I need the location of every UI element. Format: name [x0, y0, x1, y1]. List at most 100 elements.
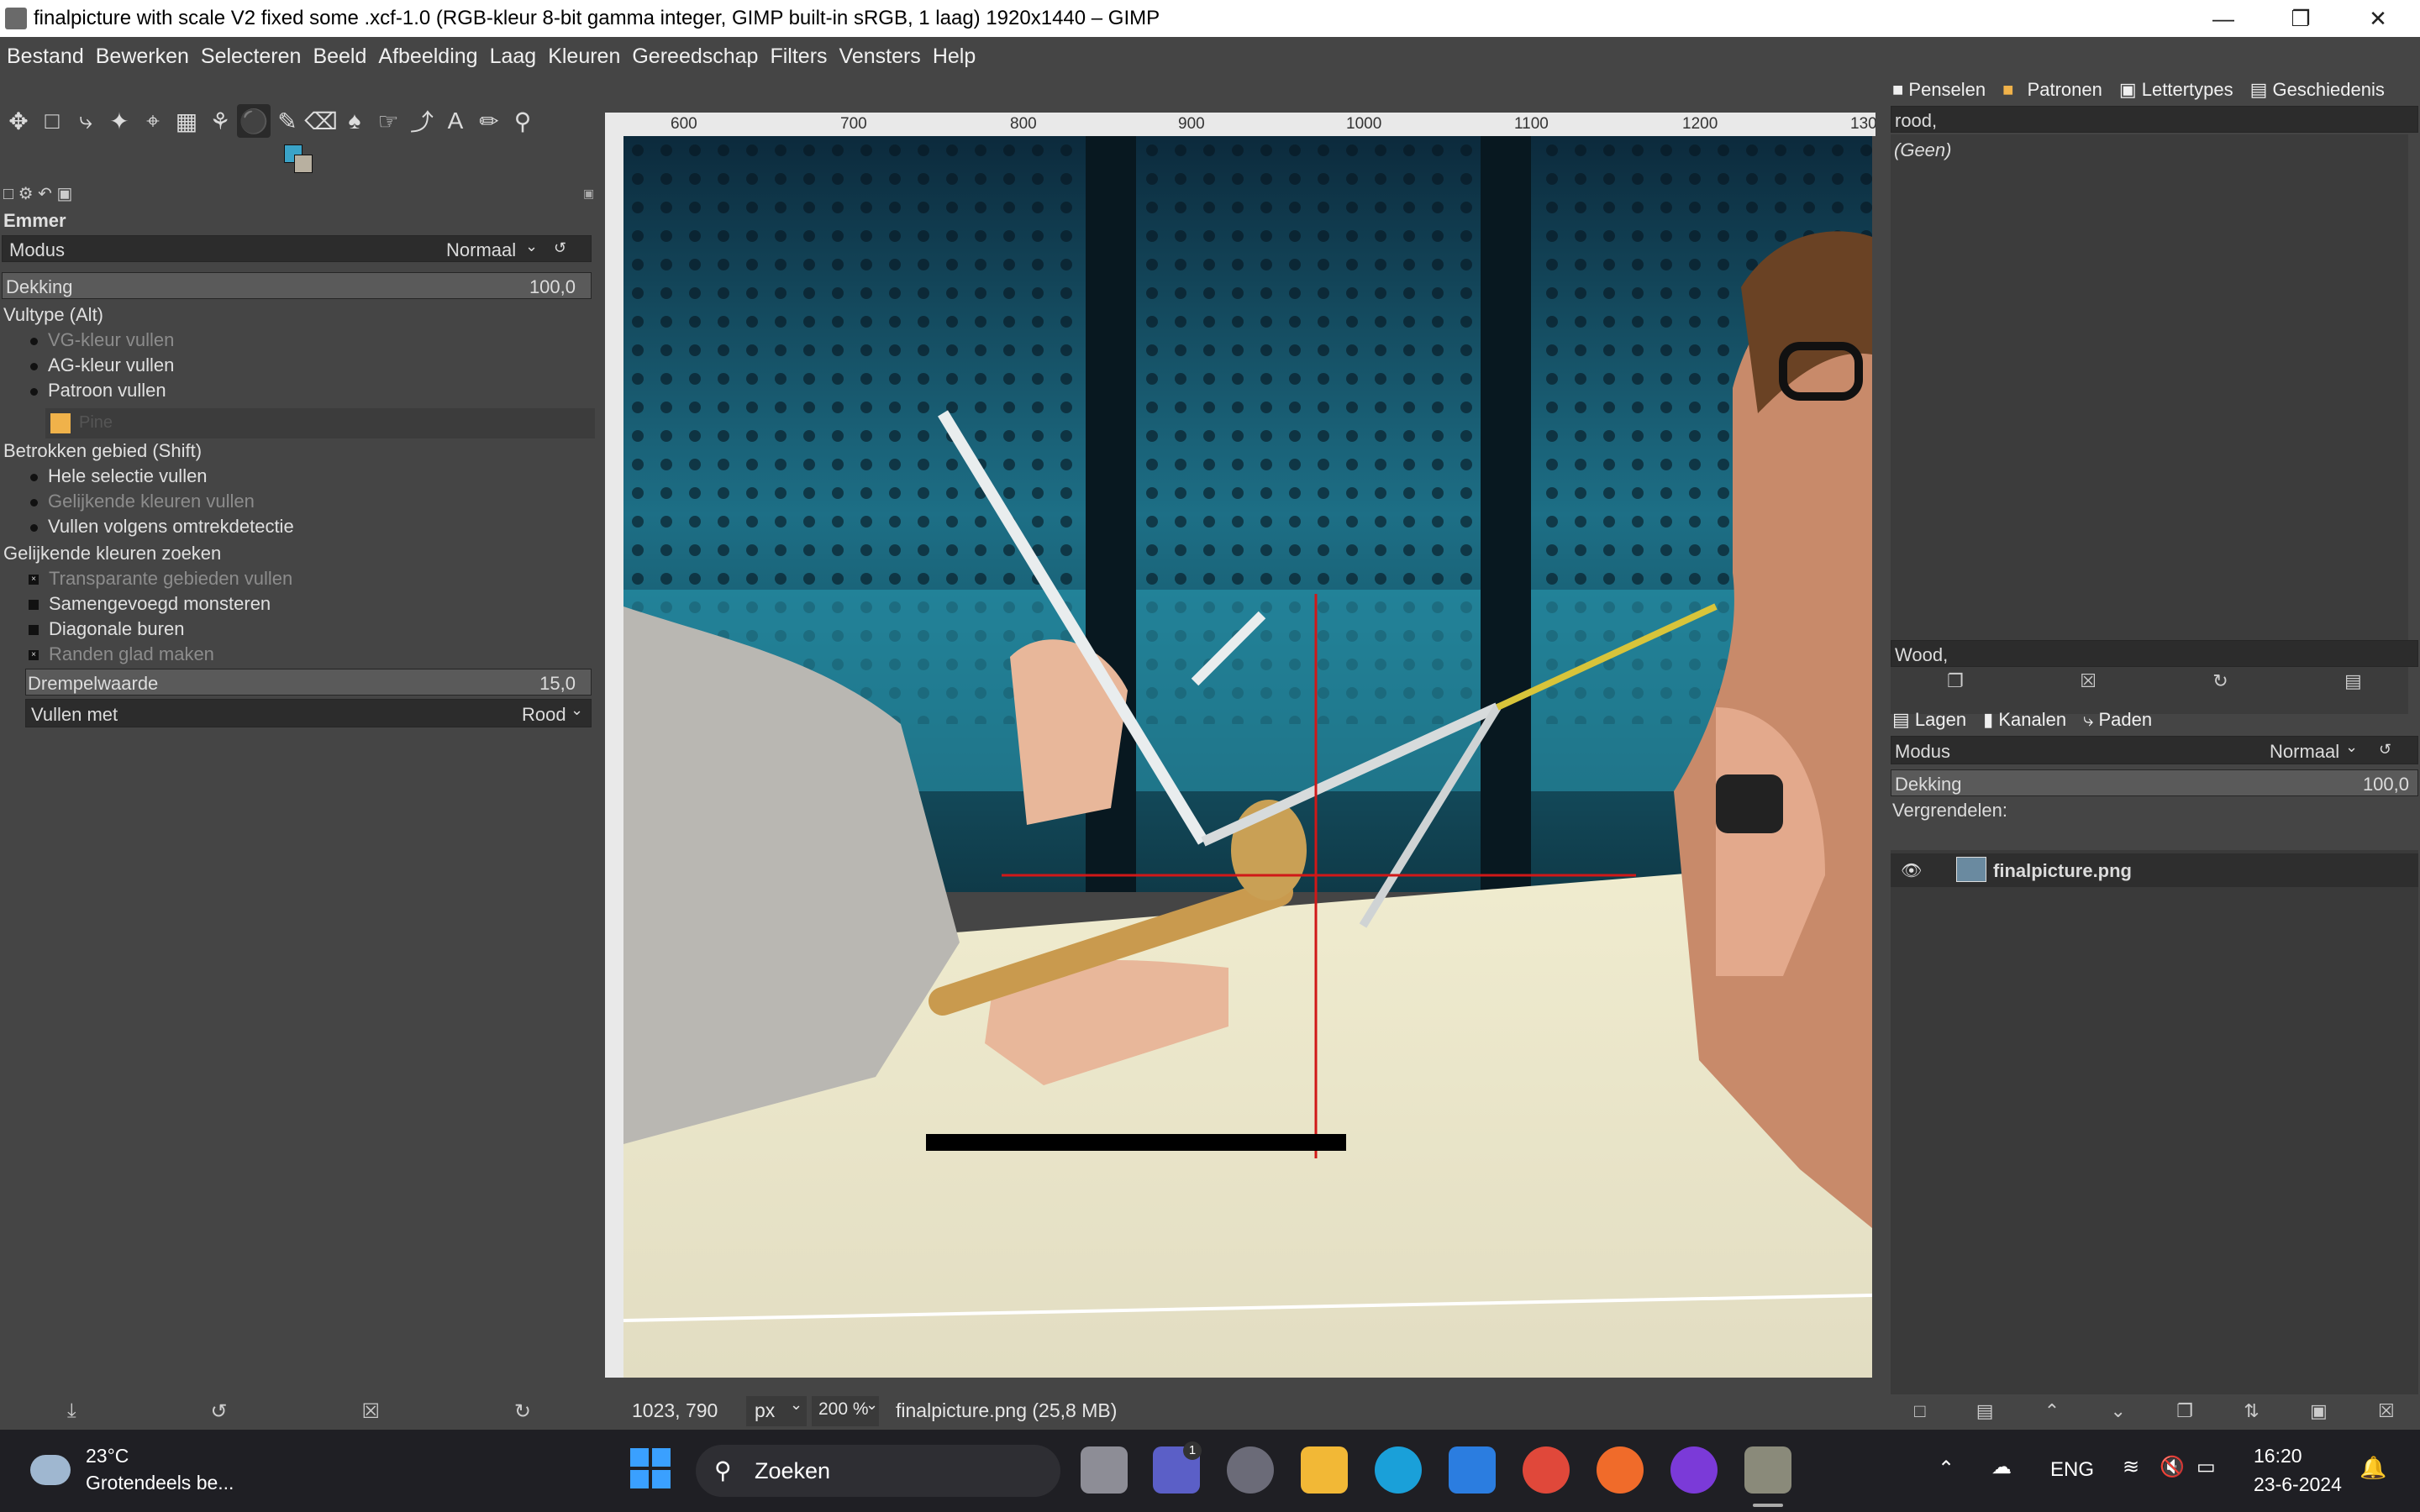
threshold-slider[interactable]: Drempelwaarde 15,0 [25, 669, 592, 696]
affected-whole-selection[interactable]: Hele selectie vullen [30, 465, 629, 487]
tab-layers[interactable]: ▤ Lagen [1892, 709, 1975, 731]
chevron-up-icon[interactable]: ⌃ [1938, 1457, 1954, 1481]
mode-select[interactable]: Modus Normaal ⌄ ↺ [2, 235, 592, 262]
layer-opacity-slider[interactable]: Dekking 100,0 [1891, 769, 2418, 796]
clock-time[interactable]: 16:20 [2254, 1445, 2302, 1467]
notification-icon[interactable]: 🔔 [2360, 1455, 2386, 1481]
language-indicator[interactable]: ENG [2050, 1458, 2094, 1482]
chrome-icon[interactable] [1523, 1446, 1570, 1494]
search-box[interactable]: ⚲ Zoeken [696, 1445, 1060, 1497]
clone-tool-icon[interactable]: ♠ [338, 104, 371, 138]
crop-tool-icon[interactable]: ⌖ [136, 104, 170, 138]
menu-kleuren[interactable]: Kleuren [548, 45, 620, 69]
menu-vensters[interactable]: Vensters [839, 45, 921, 69]
menu-gereedschap[interactable]: Gereedschap [632, 45, 758, 69]
navigation-thumbnail-icon[interactable] [605, 113, 629, 136]
menu-beeld[interactable]: Beeld [313, 45, 366, 69]
merge-layer-icon[interactable]: ⇅ [2244, 1400, 2259, 1422]
open-icon[interactable]: ▤ [2344, 670, 2362, 696]
dock-menu-icon[interactable]: ▣ [583, 186, 594, 201]
zoom-tool-icon[interactable]: ⚲ [506, 104, 539, 138]
fill-type-bg[interactable]: AG-kleur vullen [30, 354, 629, 376]
warp-tool-icon[interactable]: ⚘ [203, 104, 237, 138]
pattern-selector[interactable]: Pine [45, 408, 595, 438]
mode-reset-icon[interactable]: ↺ [554, 239, 566, 257]
duplicate-layer-icon[interactable]: ❐ [2176, 1400, 2193, 1422]
opt-sample-merged[interactable]: Samengevoegd monsteren [29, 593, 627, 615]
brush-list[interactable]: (Geen) [1891, 134, 2408, 714]
firefox-icon[interactable] [1597, 1446, 1644, 1494]
delete-preset-icon[interactable]: ☒ [361, 1399, 380, 1424]
transform-tool-icon[interactable]: ▦ [170, 104, 203, 138]
menu-filters[interactable]: Filters [770, 45, 827, 69]
store-icon[interactable] [1449, 1446, 1496, 1494]
paths-tool-icon[interactable]: ⤴ [405, 104, 439, 138]
restore-icon[interactable]: ❐ [2262, 0, 2339, 37]
layer-row[interactable]: 👁 finalpicture.png [1891, 853, 2418, 887]
restore-preset-icon[interactable]: ↺ [210, 1399, 227, 1424]
tab-brushes[interactable]: ■ Penselen [1892, 79, 1994, 101]
start-icon[interactable] [630, 1448, 671, 1488]
delete-icon[interactable]: ☒ [2080, 670, 2096, 696]
menu-bewerken[interactable]: Bewerken [96, 45, 189, 69]
opt-diagonal-neighbors[interactable]: Diagonale buren [29, 618, 627, 640]
tab-paths[interactable]: ⤷ Paden [2083, 709, 2160, 731]
bg-color-swatch[interactable] [294, 155, 313, 173]
volume-icon[interactable]: 🔇 [2160, 1455, 2185, 1479]
gimp-taskbar-icon[interactable] [1744, 1446, 1791, 1494]
settings-icon[interactable] [1227, 1446, 1274, 1494]
delete-layer-icon[interactable]: ☒ [2378, 1400, 2395, 1422]
color-picker-tool-icon[interactable]: ✏ [472, 104, 506, 138]
fuzzy-select-tool-icon[interactable]: ✦ [103, 104, 136, 138]
refresh-icon[interactable]: ↻ [2212, 670, 2228, 696]
fill-with-select[interactable]: Vullen met Rood ⌄ [25, 699, 592, 727]
menu-help[interactable]: Help [933, 45, 976, 69]
task-view-icon[interactable] [1081, 1446, 1128, 1494]
tab-fonts[interactable]: ▣ Lettertypes [2119, 79, 2242, 101]
lasso-tool-icon[interactable]: ⤷ [69, 104, 103, 138]
new-layer-icon[interactable]: □ [1914, 1400, 1925, 1422]
menu-selecteren[interactable]: Selecteren [201, 45, 302, 69]
affected-similar-colors[interactable]: Gelijkende kleuren vullen [30, 491, 629, 512]
menu-laag[interactable]: Laag [490, 45, 537, 69]
layer-mode-select[interactable]: Modus Normaal ⌄ ↺ [1891, 736, 2418, 764]
affected-line-art[interactable]: Vullen volgens omtrekdetectie [30, 516, 629, 538]
battery-icon[interactable]: ▭ [2196, 1455, 2216, 1479]
opt-fill-transparent[interactable]: × Transparante gebieden vullen [29, 568, 627, 590]
file-explorer-icon[interactable] [1301, 1446, 1348, 1494]
zoom-select[interactable]: 200 % ⌄ [812, 1396, 879, 1426]
close-icon[interactable]: ✕ [2339, 0, 2417, 37]
save-preset-icon[interactable]: ⤓ [67, 1399, 76, 1423]
rect-select-tool-icon[interactable]: □ [35, 104, 69, 138]
mask-layer-icon[interactable]: ▣ [2310, 1400, 2328, 1422]
raise-layer-icon[interactable]: ⌃ [2044, 1400, 2060, 1422]
teams-icon[interactable]: 1 [1153, 1441, 1202, 1494]
tab-history[interactable]: ▤ Geschiedenis [2250, 79, 2393, 101]
layer-mode-reset-icon[interactable]: ↺ [2379, 741, 2391, 759]
eraser-tool-icon[interactable]: ⌫ [304, 104, 338, 138]
tool-options-tabs[interactable]: □ ⚙ ↶ ▣ [3, 183, 72, 204]
duplicate-icon[interactable]: ❐ [1947, 670, 1964, 696]
tab-patterns[interactable]: ■ Patronen [2002, 79, 2111, 101]
weather-icon[interactable] [30, 1455, 71, 1485]
menu-bestand[interactable]: Bestand [7, 45, 84, 69]
text-tool-icon[interactable]: A [439, 104, 472, 138]
fill-type-pattern[interactable]: Patroon vullen [30, 380, 629, 402]
eye-icon[interactable]: 👁 [1901, 860, 1922, 881]
app-icon[interactable] [1670, 1446, 1718, 1494]
new-group-icon[interactable]: ▤ [1976, 1400, 1994, 1422]
image-canvas[interactable] [623, 136, 1872, 1378]
tab-channels[interactable]: ▮ Kanalen [1983, 709, 2075, 731]
brush-filter-field[interactable]: rood, [1891, 106, 2418, 133]
opacity-slider[interactable]: Dekking 100,0 [2, 272, 592, 299]
lower-layer-icon[interactable]: ⌄ [2111, 1400, 2126, 1422]
fill-type-fg[interactable]: VG-kleur vullen [30, 329, 629, 351]
onedrive-icon[interactable]: ☁ [1991, 1455, 2012, 1479]
paintbrush-tool-icon[interactable]: ✎ [271, 104, 304, 138]
edge-icon[interactable] [1375, 1446, 1422, 1494]
reset-icon[interactable]: ↻ [514, 1399, 531, 1424]
unit-select[interactable]: px ⌄ [746, 1396, 807, 1426]
clock-date[interactable]: 23-6-2024 [2254, 1473, 2342, 1496]
menu-afbeelding[interactable]: Afbeelding [378, 45, 477, 69]
opt-antialias[interactable]: × Randen glad maken [29, 643, 627, 665]
